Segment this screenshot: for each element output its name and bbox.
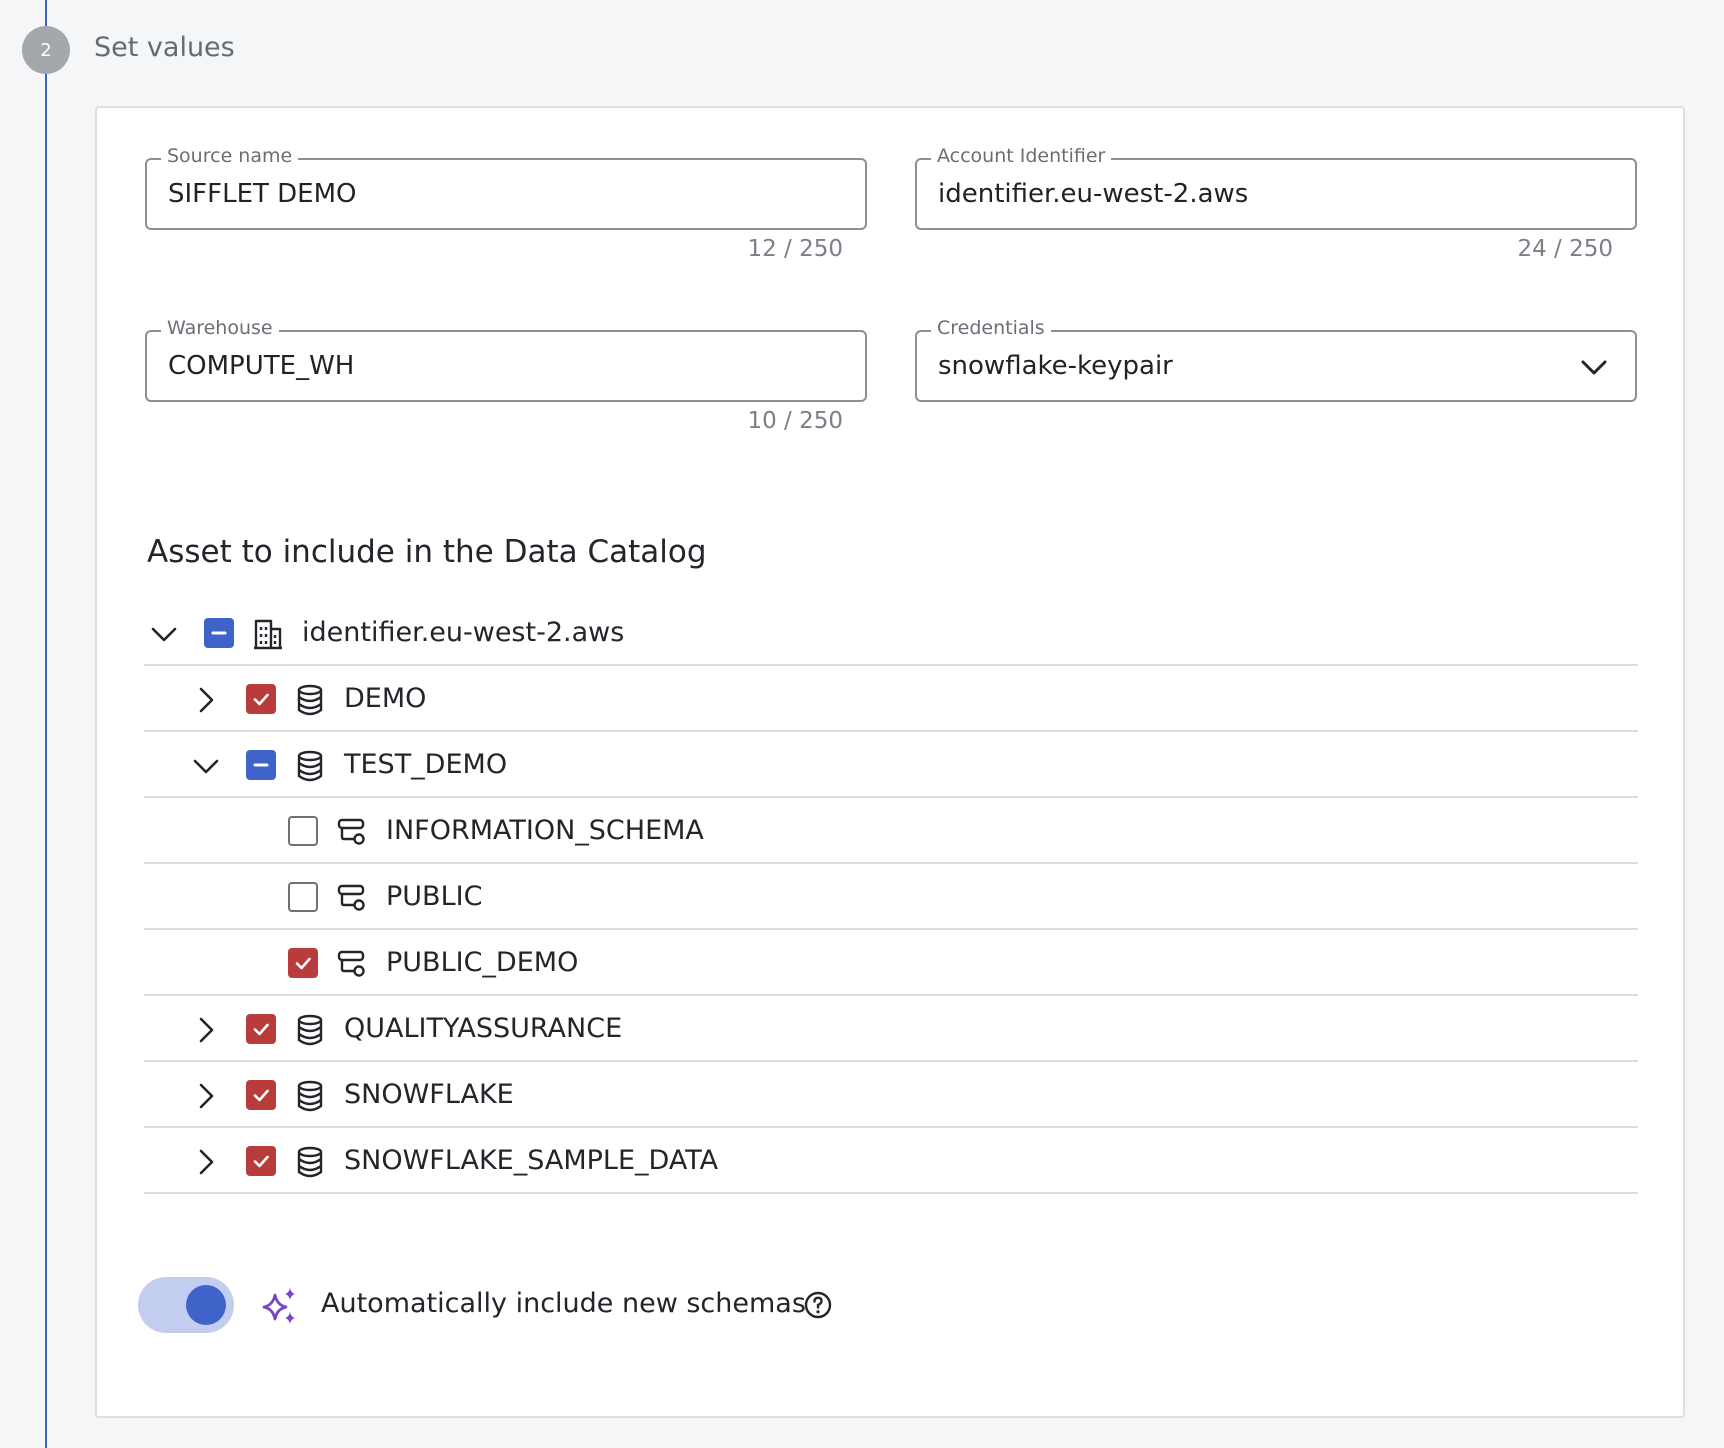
tree-checkbox[interactable]: [246, 684, 276, 714]
warehouse-label: Warehouse: [161, 317, 279, 339]
tree-checkbox[interactable]: [288, 816, 318, 846]
chevron-right-icon[interactable]: [192, 1148, 220, 1176]
step-title: Set values: [94, 32, 235, 63]
schema-icon: [337, 884, 365, 911]
tree-item-label: PUBLIC_DEMO: [386, 947, 579, 978]
source-name-field[interactable]: Source name SIFFLET DEMO 12 / 250: [145, 145, 867, 262]
tree-item-label: TEST_DEMO: [344, 749, 508, 780]
credentials-select[interactable]: Credentials snowflake-keypair: [915, 317, 1637, 402]
chevron-right-icon[interactable]: [192, 1016, 220, 1044]
auto-include-toggle[interactable]: [138, 1277, 234, 1333]
chevron-down-icon[interactable]: [1579, 352, 1609, 382]
database-icon: [297, 684, 323, 716]
database-icon: [297, 1080, 323, 1112]
auto-include-label: Automatically include new schemas: [321, 1288, 806, 1319]
tree-item-label: SNOWFLAKE_SAMPLE_DATA: [344, 1145, 719, 1176]
tree-row[interactable]: PUBLIC: [144, 864, 1638, 930]
chevron-right-icon[interactable]: [192, 1082, 220, 1110]
tree-checkbox[interactable]: [246, 750, 276, 780]
database-icon: [297, 1146, 323, 1178]
source-name-value[interactable]: SIFFLET DEMO: [168, 178, 357, 210]
database-icon: [297, 750, 323, 782]
credentials-value[interactable]: snowflake-keypair: [938, 350, 1173, 382]
tree-checkbox[interactable]: [288, 948, 318, 978]
help-icon[interactable]: [803, 1290, 833, 1320]
chevron-down-icon[interactable]: [150, 620, 178, 648]
schema-icon: [337, 818, 365, 845]
credentials-label: Credentials: [931, 317, 1051, 339]
chevron-right-icon[interactable]: [192, 686, 220, 714]
building-icon: [254, 619, 282, 650]
tree-checkbox[interactable]: [246, 1014, 276, 1044]
warehouse-field[interactable]: Warehouse COMPUTE_WH 10 / 250: [145, 317, 867, 434]
tree-item-label: PUBLIC: [386, 881, 483, 912]
source-name-counter: 12 / 250: [747, 236, 843, 262]
tree-row[interactable]: INFORMATION_SCHEMA: [144, 798, 1638, 864]
account-identifier-label: Account Identifier: [931, 145, 1112, 167]
account-identifier-counter: 24 / 250: [1517, 236, 1613, 262]
tree-item-label: DEMO: [344, 683, 427, 714]
tree-checkbox[interactable]: [288, 882, 318, 912]
row-divider: [144, 1192, 1638, 1194]
tree-checkbox[interactable]: [204, 618, 234, 648]
schema-icon: [337, 950, 365, 977]
chevron-down-icon[interactable]: [192, 752, 220, 780]
tree-row[interactable]: TEST_DEMO: [144, 732, 1638, 798]
toggle-knob: [186, 1285, 226, 1325]
tree-item-label: QUALITYASSURANCE: [344, 1013, 623, 1044]
account-identifier-value[interactable]: identifier.eu-west-2.aws: [938, 178, 1248, 210]
tree-row[interactable]: SNOWFLAKE_SAMPLE_DATA: [144, 1128, 1638, 1194]
tree-item-label: identifier.eu-west-2.aws: [302, 617, 625, 648]
warehouse-counter: 10 / 250: [747, 408, 843, 434]
sparkle-icon: [262, 1288, 295, 1324]
tree-row[interactable]: QUALITYASSURANCE: [144, 996, 1638, 1062]
tree-row[interactable]: PUBLIC_DEMO: [144, 930, 1638, 996]
tree-item-label: INFORMATION_SCHEMA: [386, 815, 704, 846]
tree-row[interactable]: identifier.eu-west-2.aws: [144, 600, 1638, 666]
account-identifier-field[interactable]: Account Identifier identifier.eu-west-2.…: [915, 145, 1637, 262]
step-number-badge: 2: [22, 26, 70, 74]
source-name-label: Source name: [161, 145, 299, 167]
step-connector-line: [45, 0, 47, 1448]
warehouse-value[interactable]: COMPUTE_WH: [168, 350, 354, 382]
tree-item-label: SNOWFLAKE: [344, 1079, 514, 1110]
catalog-section-title: Asset to include in the Data Catalog: [147, 534, 707, 570]
tree-row[interactable]: SNOWFLAKE: [144, 1062, 1638, 1128]
tree-checkbox[interactable]: [246, 1146, 276, 1176]
tree-checkbox[interactable]: [246, 1080, 276, 1110]
tree-row[interactable]: DEMO: [144, 666, 1638, 732]
database-icon: [297, 1014, 323, 1046]
